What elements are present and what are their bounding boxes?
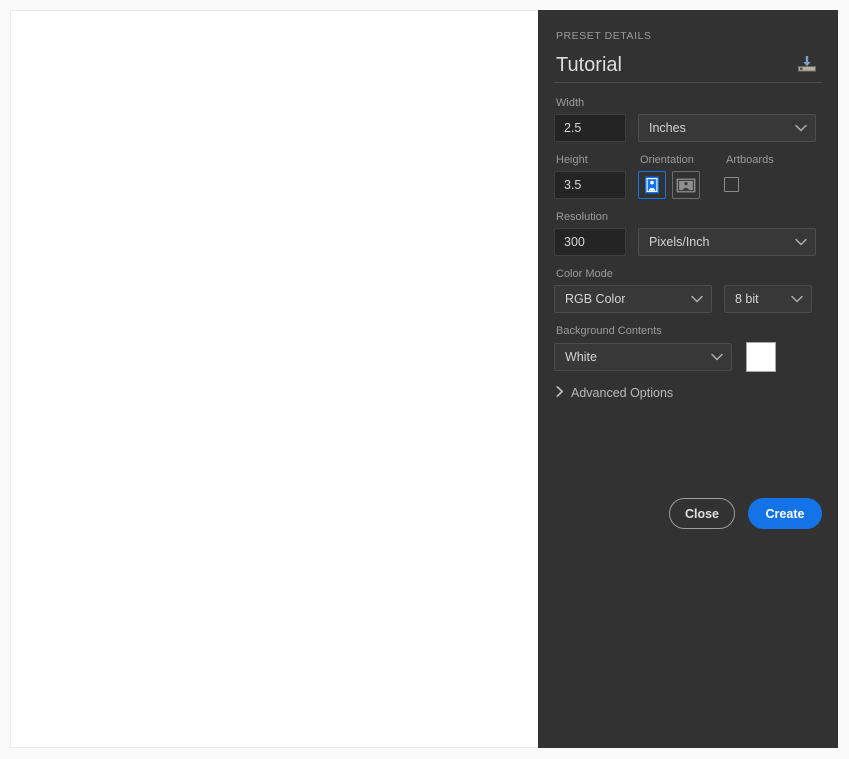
resolution-units-value: Pixels/Inch: [649, 235, 710, 249]
background-color-swatch[interactable]: [746, 342, 776, 372]
chevron-down-icon: [711, 350, 723, 364]
preset-details-panel: PRESET DETAILS Width Inches: [538, 10, 838, 748]
artboards-label: Artboards: [726, 154, 774, 166]
chevron-down-icon: [795, 235, 807, 249]
color-depth-value: 8 bit: [735, 292, 759, 306]
preset-name-input[interactable]: [556, 52, 766, 78]
background-contents-value: White: [565, 350, 597, 364]
panel-heading: PRESET DETAILS: [556, 30, 652, 42]
resolution-label: Resolution: [556, 211, 608, 223]
chevron-right-icon: [556, 386, 564, 400]
resolution-field-group: Resolution Pixels/Inch: [554, 211, 822, 268]
width-field-group: Width Inches: [554, 97, 822, 154]
background-contents-label: Background Contents: [556, 325, 662, 337]
color-depth-dropdown[interactable]: 8 bit: [724, 285, 812, 313]
dialog-action-buttons: Close Create: [669, 498, 822, 529]
background-contents-field-group: Background Contents White: [554, 325, 822, 380]
portrait-orientation-button[interactable]: [638, 171, 666, 199]
close-button[interactable]: Close: [669, 498, 735, 529]
resolution-input[interactable]: [554, 228, 626, 256]
resolution-units-dropdown[interactable]: Pixels/Inch: [638, 228, 816, 256]
height-label: Height: [556, 154, 588, 166]
orientation-field-group: Orientation: [638, 154, 700, 199]
width-label: Width: [556, 97, 585, 109]
color-mode-label: Color Mode: [556, 268, 613, 280]
width-input[interactable]: [554, 114, 626, 142]
background-contents-dropdown[interactable]: White: [554, 343, 732, 371]
chevron-down-icon: [795, 121, 807, 135]
color-mode-dropdown[interactable]: RGB Color: [554, 285, 712, 313]
artboards-field-group: Artboards: [724, 154, 774, 192]
height-input[interactable]: [554, 171, 626, 199]
height-orientation-artboards-row: Height Orientation: [554, 154, 822, 199]
orientation-button-group: [638, 171, 700, 199]
color-mode-field-group: Color Mode RGB Color 8 bit: [554, 268, 822, 325]
artboards-checkbox[interactable]: [724, 177, 739, 192]
orientation-label: Orientation: [640, 154, 694, 166]
advanced-options-toggle[interactable]: Advanced Options: [556, 386, 822, 400]
create-button[interactable]: Create: [748, 498, 822, 529]
chevron-down-icon: [691, 292, 703, 306]
landscape-orientation-button[interactable]: [672, 171, 700, 199]
color-mode-value: RGB Color: [565, 292, 626, 306]
advanced-options-label: Advanced Options: [571, 386, 674, 400]
chevron-down-icon: [791, 292, 803, 306]
preset-name-row: [554, 52, 822, 83]
width-units-value: Inches: [649, 121, 686, 135]
save-preset-download-icon[interactable]: [794, 52, 820, 76]
height-field-group: Height: [554, 154, 626, 199]
width-units-dropdown[interactable]: Inches: [638, 114, 816, 142]
